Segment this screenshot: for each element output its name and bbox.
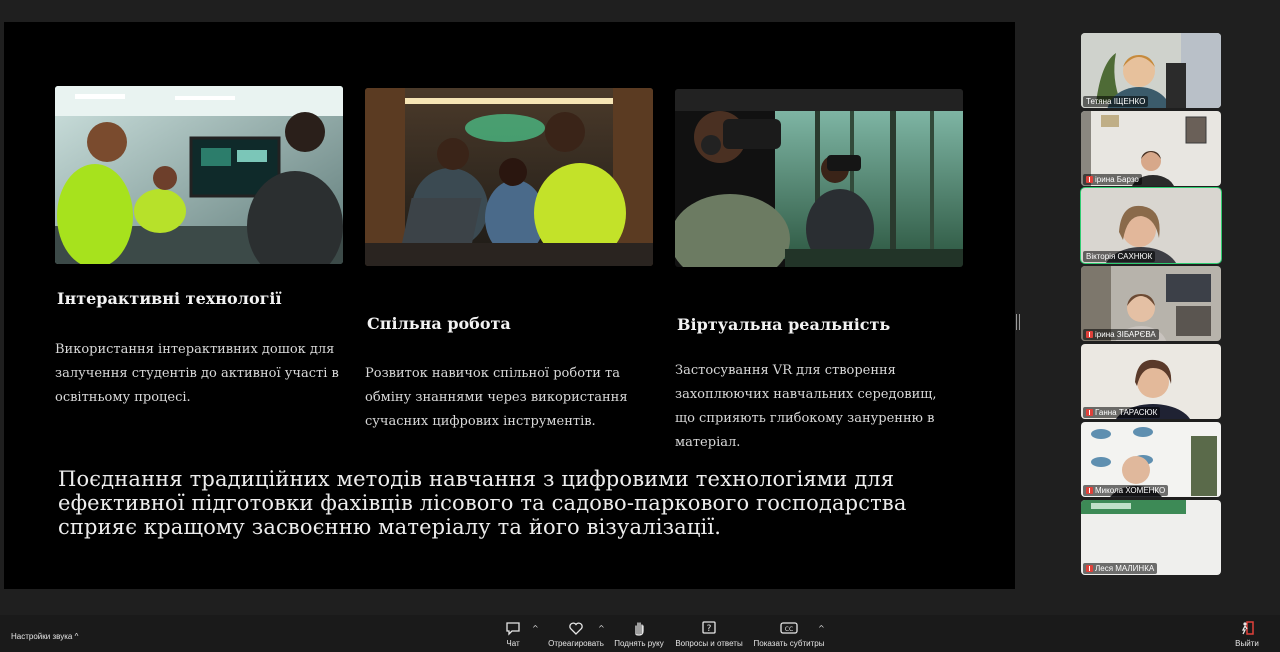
shared-slide: Інтерактивні технології Використання інт… <box>4 22 1015 589</box>
svg-text:?: ? <box>707 624 712 634</box>
participant-tile[interactable]: Ганна ТАРАСЮК <box>1081 344 1221 419</box>
captions-button[interactable]: CC Показать субтитры <box>752 620 826 648</box>
participant-name: Ганна ТАРАСЮК <box>1083 407 1161 418</box>
card-description: Застосування VR для створення захоплюючи… <box>675 363 937 450</box>
slide-summary: Поєднання традиційних методів навчання з… <box>58 467 907 539</box>
qa-button[interactable]: ? Вопросы и ответы <box>674 620 744 648</box>
mic-off-icon <box>1086 487 1093 494</box>
participant-tile-active-speaker[interactable]: Вікторія САХНЮК <box>1080 187 1222 264</box>
card-title: Спільна робота <box>367 314 511 333</box>
chat-button[interactable]: Чат <box>498 620 528 648</box>
participant-tile[interactable]: Тетяна ІЩЕНКО <box>1081 33 1221 108</box>
participant-tile[interactable]: ірина Барзо <box>1081 111 1221 186</box>
hand-icon <box>635 622 644 636</box>
leave-button[interactable]: Выйти <box>1232 620 1262 648</box>
captions-options-caret[interactable]: ^ <box>818 624 825 633</box>
participant-name: Вікторія САХНЮК <box>1083 251 1156 262</box>
participant-name: Тетяна ІЩЕНКО <box>1083 96 1149 107</box>
heart-icon <box>569 622 583 635</box>
qa-label: Вопросы и ответы <box>675 639 743 648</box>
raise-hand-button[interactable]: Поднять руку <box>612 620 666 648</box>
raise-hand-label: Поднять руку <box>614 639 664 648</box>
question-icon: ? <box>702 621 716 634</box>
leave-label: Выйти <box>1235 639 1259 648</box>
leave-icon <box>1241 621 1254 635</box>
react-label: Отреагировать <box>548 639 604 648</box>
participant-name: Леся МАЛИНКА <box>1083 563 1158 574</box>
students-laptops-library-photo <box>365 88 653 266</box>
card-title: Віртуальна реальність <box>677 315 891 334</box>
participant-tile[interactable]: Микола ХОМЕНКО <box>1081 422 1221 497</box>
card-virtual-reality: Віртуальна реальність Застосування VR дл… <box>675 89 965 450</box>
participant-name: ірина ЗІБАРЄВА <box>1083 329 1159 340</box>
classroom-interactive-board-photo <box>55 86 343 264</box>
chat-label: Чат <box>506 639 520 648</box>
mic-off-icon <box>1086 331 1093 338</box>
chevron-up-icon: ^ <box>74 632 79 641</box>
card-title: Інтерактивні технології <box>57 289 282 308</box>
mic-off-icon <box>1086 565 1093 572</box>
card-interactive-tech: Інтерактивні технології Використання інт… <box>55 86 345 436</box>
participant-tile[interactable]: Леся МАЛИНКА <box>1081 500 1221 575</box>
cc-icon: CC <box>780 622 798 634</box>
mic-off-icon <box>1086 409 1093 416</box>
chat-icon <box>506 622 520 636</box>
audio-settings-button[interactable]: Настройки звука ^ <box>11 632 78 641</box>
react-options-caret[interactable]: ^ <box>598 624 605 633</box>
vr-headset-forest-photo <box>675 89 963 267</box>
svg-text:CC: CC <box>785 626 793 633</box>
captions-label: Показать субтитры <box>753 639 825 648</box>
panel-resize-handle[interactable] <box>1016 314 1020 330</box>
chat-options-caret[interactable]: ^ <box>532 624 539 633</box>
participant-name: ірина Барзо <box>1083 174 1142 185</box>
react-button[interactable]: Отреагировать <box>546 620 606 648</box>
card-description: Розвиток навичок спільної роботи та обмі… <box>365 366 628 429</box>
mic-off-icon <box>1086 176 1093 183</box>
participant-tile[interactable]: ірина ЗІБАРЄВА <box>1081 266 1221 341</box>
card-collaboration: Спільна робота Розвиток навичок спільної… <box>365 88 655 438</box>
meeting-toolbar: Настройки звука ^ Чат ^ Отреагировать ^ … <box>0 615 1280 652</box>
card-description: Використання інтерактивних дошок для зал… <box>55 342 339 405</box>
participant-name: Микола ХОМЕНКО <box>1083 485 1169 496</box>
